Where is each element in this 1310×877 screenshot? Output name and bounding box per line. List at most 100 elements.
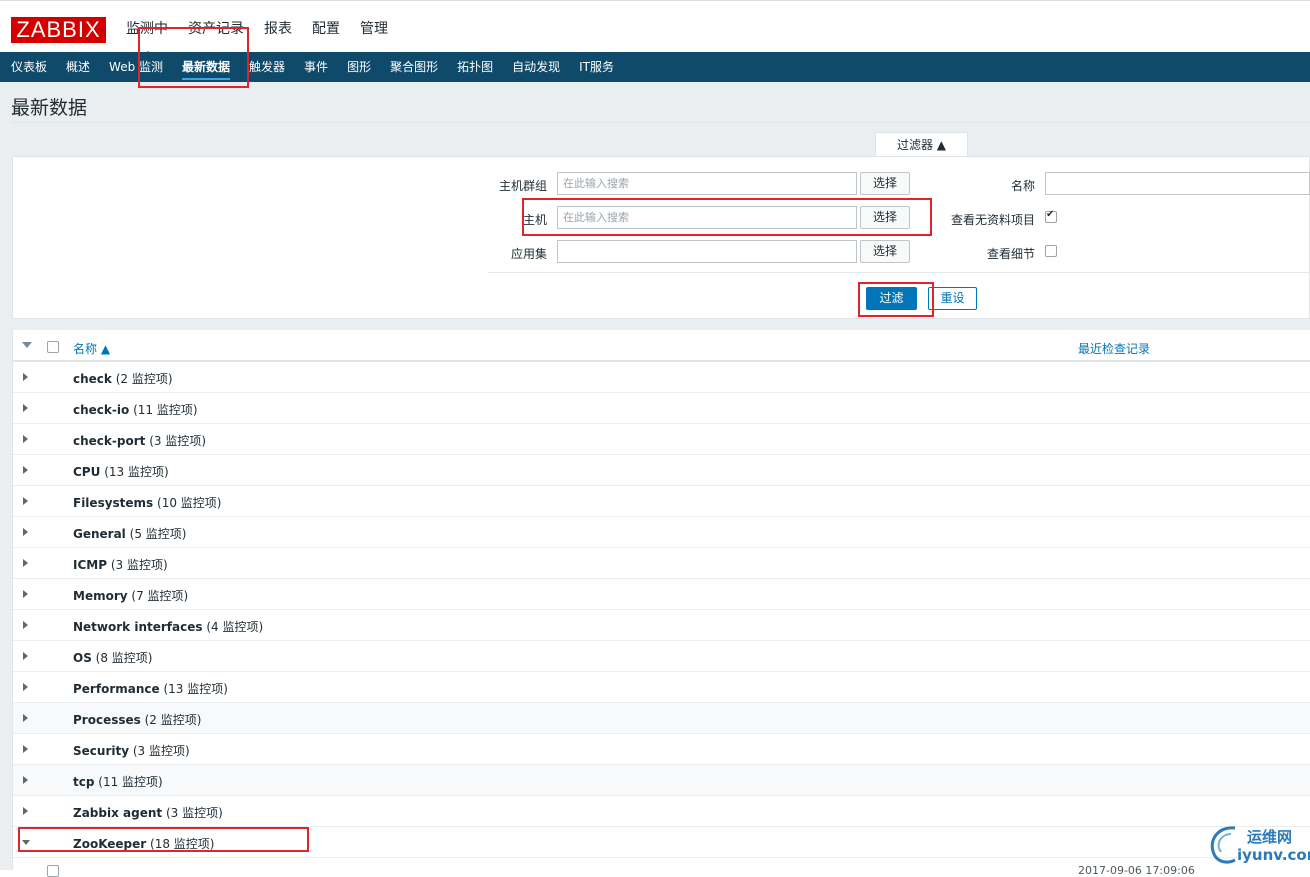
show-no-data-checkbox[interactable] — [1045, 209, 1057, 223]
application-name: Security — [73, 744, 130, 758]
nav-inventory[interactable]: 资产记录 — [188, 20, 244, 38]
table-row[interactable]: ICMP (3 监控项) — [13, 548, 1310, 579]
subnav-overview[interactable]: 概述 — [66, 52, 90, 82]
application-input[interactable] — [557, 240, 857, 263]
expand-arrow-icon[interactable] — [23, 714, 28, 722]
expand-arrow-icon[interactable] — [23, 621, 28, 629]
application-name: Filesystems — [73, 496, 154, 510]
zabbix-logo[interactable]: ZABBIX — [11, 17, 106, 43]
item-count: (7 监控项) — [131, 589, 189, 603]
show-details-label: 查看细节 — [986, 247, 1035, 261]
column-last-check-header[interactable]: 最近检查记录 — [1078, 340, 1150, 357]
item-count: (8 监控项) — [95, 651, 153, 665]
table-row[interactable]: Performance (13 监控项) — [13, 672, 1310, 703]
host-group-input[interactable]: 在此输入搜索 — [557, 172, 857, 195]
name-label: 名称 — [1010, 179, 1035, 193]
partial-item-row: 2017-09-06 17:09:06 — [13, 858, 1310, 877]
host-input[interactable]: 在此输入搜索 — [557, 206, 857, 229]
show-details-checkbox[interactable] — [1045, 245, 1057, 257]
table-row[interactable]: Zabbix agent (3 监控项) — [13, 796, 1310, 827]
table-row[interactable]: Processes (2 监控项) — [13, 703, 1310, 734]
table-row[interactable]: check (2 监控项) — [13, 362, 1310, 393]
filter-toggle-tab[interactable]: 过滤器 ▲ — [875, 132, 968, 157]
expand-arrow-icon[interactable] — [23, 590, 28, 598]
application-name: Processes — [73, 713, 141, 727]
expand-arrow-icon[interactable] — [23, 435, 28, 443]
expand-arrow-icon[interactable] — [23, 683, 28, 691]
nav-administration[interactable]: 管理 — [360, 20, 388, 38]
table-header: 名称 ▲ 最近检查记录 — [13, 330, 1310, 362]
expand-arrow-icon[interactable] — [23, 652, 28, 660]
subnav-discovery[interactable]: 自动发现 — [512, 52, 560, 82]
subnav-web[interactable]: Web 监测 — [109, 52, 163, 82]
column-name-header[interactable]: 名称 ▲ — [73, 340, 110, 357]
expand-arrow-icon[interactable] — [23, 776, 28, 784]
item-count: (13 监控项) — [104, 465, 169, 479]
application-name: ZooKeeper — [73, 837, 147, 851]
application-name: ICMP — [73, 558, 108, 572]
collapse-arrow-icon[interactable] — [22, 840, 30, 845]
item-count: (3 监控项) — [165, 806, 223, 820]
item-count: (11 监控项) — [98, 775, 163, 789]
expand-arrow-icon[interactable] — [23, 497, 28, 505]
item-count: (2 监控项) — [144, 713, 202, 727]
table-row[interactable]: Memory (7 监控项) — [13, 579, 1310, 610]
latest-data-table: 名称 ▲ 最近检查记录 check (2 监控项) check-io (11 监… — [12, 330, 1310, 877]
expand-arrow-icon[interactable] — [23, 559, 28, 567]
table-row[interactable]: Security (3 监控项) — [13, 734, 1310, 765]
select-all-checkbox[interactable] — [47, 341, 59, 353]
application-select-button[interactable]: 选择 — [860, 240, 910, 263]
item-count: (3 监控项) — [110, 558, 168, 572]
item-count: (2 监控项) — [115, 372, 173, 386]
application-name: tcp — [73, 775, 95, 789]
application-name: Zabbix agent — [73, 806, 163, 820]
expand-arrow-icon[interactable] — [23, 466, 28, 474]
subnav-it-services[interactable]: IT服务 — [579, 52, 614, 82]
subnav-events[interactable]: 事件 — [304, 52, 328, 82]
table-row[interactable]: General (5 监控项) — [13, 517, 1310, 548]
name-input[interactable] — [1045, 172, 1310, 195]
table-row[interactable]: ZooKeeper (18 监控项) — [13, 827, 1310, 858]
application-label: 应用集 — [510, 247, 547, 261]
subnav-graphs[interactable]: 图形 — [347, 52, 371, 82]
table-row[interactable]: Network interfaces (4 监控项) — [13, 610, 1310, 641]
table-row[interactable]: Filesystems (10 监控项) — [13, 486, 1310, 517]
table-row[interactable]: tcp (11 监控项) — [13, 765, 1310, 796]
application-name: CPU — [73, 465, 101, 479]
nav-monitoring[interactable]: 监测中 — [126, 20, 168, 59]
show-no-data-label: 查看无资料项目 — [950, 213, 1035, 227]
item-count: (3 监控项) — [149, 434, 207, 448]
filter-apply-button[interactable]: 过滤 — [866, 287, 917, 310]
host-select-button[interactable]: 选择 — [860, 206, 910, 229]
filter-reset-button[interactable]: 重设 — [928, 287, 977, 310]
application-name: Performance — [73, 682, 160, 696]
watermark-text-url: iyunv.com — [1237, 846, 1310, 864]
subnav-screens[interactable]: 聚合图形 — [390, 52, 438, 82]
expand-arrow-icon[interactable] — [23, 373, 28, 381]
main-nav: 监测中 资产记录 报表 配置 管理 — [126, 20, 408, 59]
subnav-dashboard[interactable]: 仪表板 — [11, 52, 47, 82]
expand-arrow-icon[interactable] — [23, 745, 28, 753]
application-name: check-port — [73, 434, 146, 448]
subnav-triggers[interactable]: 触发器 — [249, 52, 285, 82]
table-row[interactable]: check-io (11 监控项) — [13, 393, 1310, 424]
item-count: (11 监控项) — [133, 403, 198, 417]
table-row[interactable]: OS (8 监控项) — [13, 641, 1310, 672]
item-count: (10 监控项) — [157, 496, 222, 510]
collapse-all-icon[interactable] — [22, 342, 32, 348]
item-checkbox[interactable] — [47, 865, 59, 877]
table-row[interactable]: CPU (13 监控项) — [13, 455, 1310, 486]
table-row[interactable]: check-port (3 监控项) — [13, 424, 1310, 455]
expand-arrow-icon[interactable] — [23, 528, 28, 536]
top-header: ZABBIX 监测中 资产记录 报表 配置 管理 — [0, 0, 1310, 59]
expand-arrow-icon[interactable] — [23, 807, 28, 815]
application-name: General — [73, 527, 126, 541]
subnav-latest-data[interactable]: 最新数据 — [182, 52, 231, 82]
item-count: (18 监控项) — [150, 837, 215, 851]
expand-arrow-icon[interactable] — [23, 404, 28, 412]
item-count: (13 监控项) — [163, 682, 228, 696]
subnav-maps[interactable]: 拓扑图 — [457, 52, 493, 82]
host-group-select-button[interactable]: 选择 — [860, 172, 910, 195]
nav-configuration[interactable]: 配置 — [312, 20, 340, 38]
nav-reports[interactable]: 报表 — [264, 20, 292, 38]
